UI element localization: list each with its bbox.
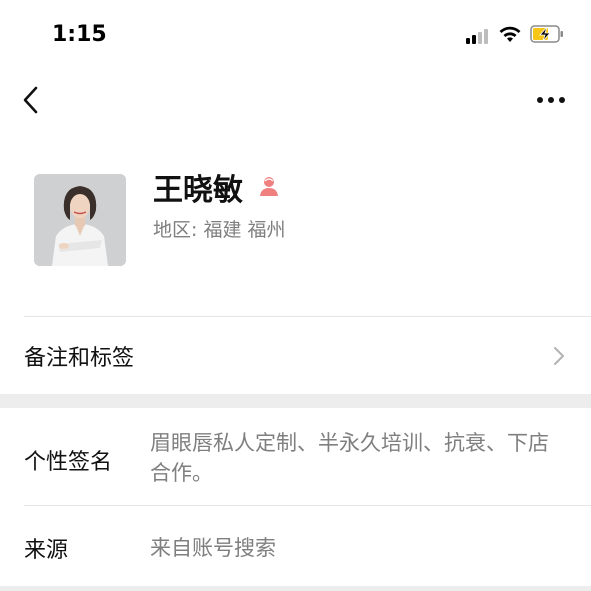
avatar[interactable] (34, 174, 126, 266)
status-bar: 1:15 (0, 0, 591, 70)
source-row: 来源 来自账号搜索 (0, 506, 591, 586)
region-line: 地区: 福建 福州 (153, 215, 286, 242)
status-time: 1:15 (52, 22, 107, 47)
source-label: 来源 (24, 538, 69, 563)
section-gap-bottom (0, 586, 591, 591)
divider (24, 316, 591, 317)
contact-name: 王晓敏 (153, 173, 243, 208)
chevron-right-icon (554, 347, 564, 365)
source-value: 来自账号搜索 (150, 536, 276, 560)
wifi-icon (499, 26, 521, 42)
remark-and-tags-label: 备注和标签 (24, 346, 135, 371)
signature-value: 眉眼唇私人定制、半永久培训、抗衰、下店合作。 (150, 431, 549, 485)
remark-and-tags-row[interactable]: 备注和标签 (0, 318, 591, 394)
back-chevron-icon[interactable] (20, 84, 42, 116)
section-gap (0, 394, 591, 408)
battery-charging-icon (530, 25, 563, 43)
avatar-photo (34, 174, 126, 266)
signature-label: 个性签名 (24, 450, 113, 475)
more-options-icon[interactable] (536, 94, 566, 106)
signature-row: 个性签名 眉眼唇私人定制、半永久培训、抗衰、下店合作。 (0, 408, 591, 506)
region-value: 福建 福州 (203, 219, 286, 241)
female-user-icon (260, 177, 278, 196)
region-label: 地区: (153, 219, 204, 241)
cellular-signal-icon (466, 28, 492, 44)
nav-bar (0, 70, 591, 130)
